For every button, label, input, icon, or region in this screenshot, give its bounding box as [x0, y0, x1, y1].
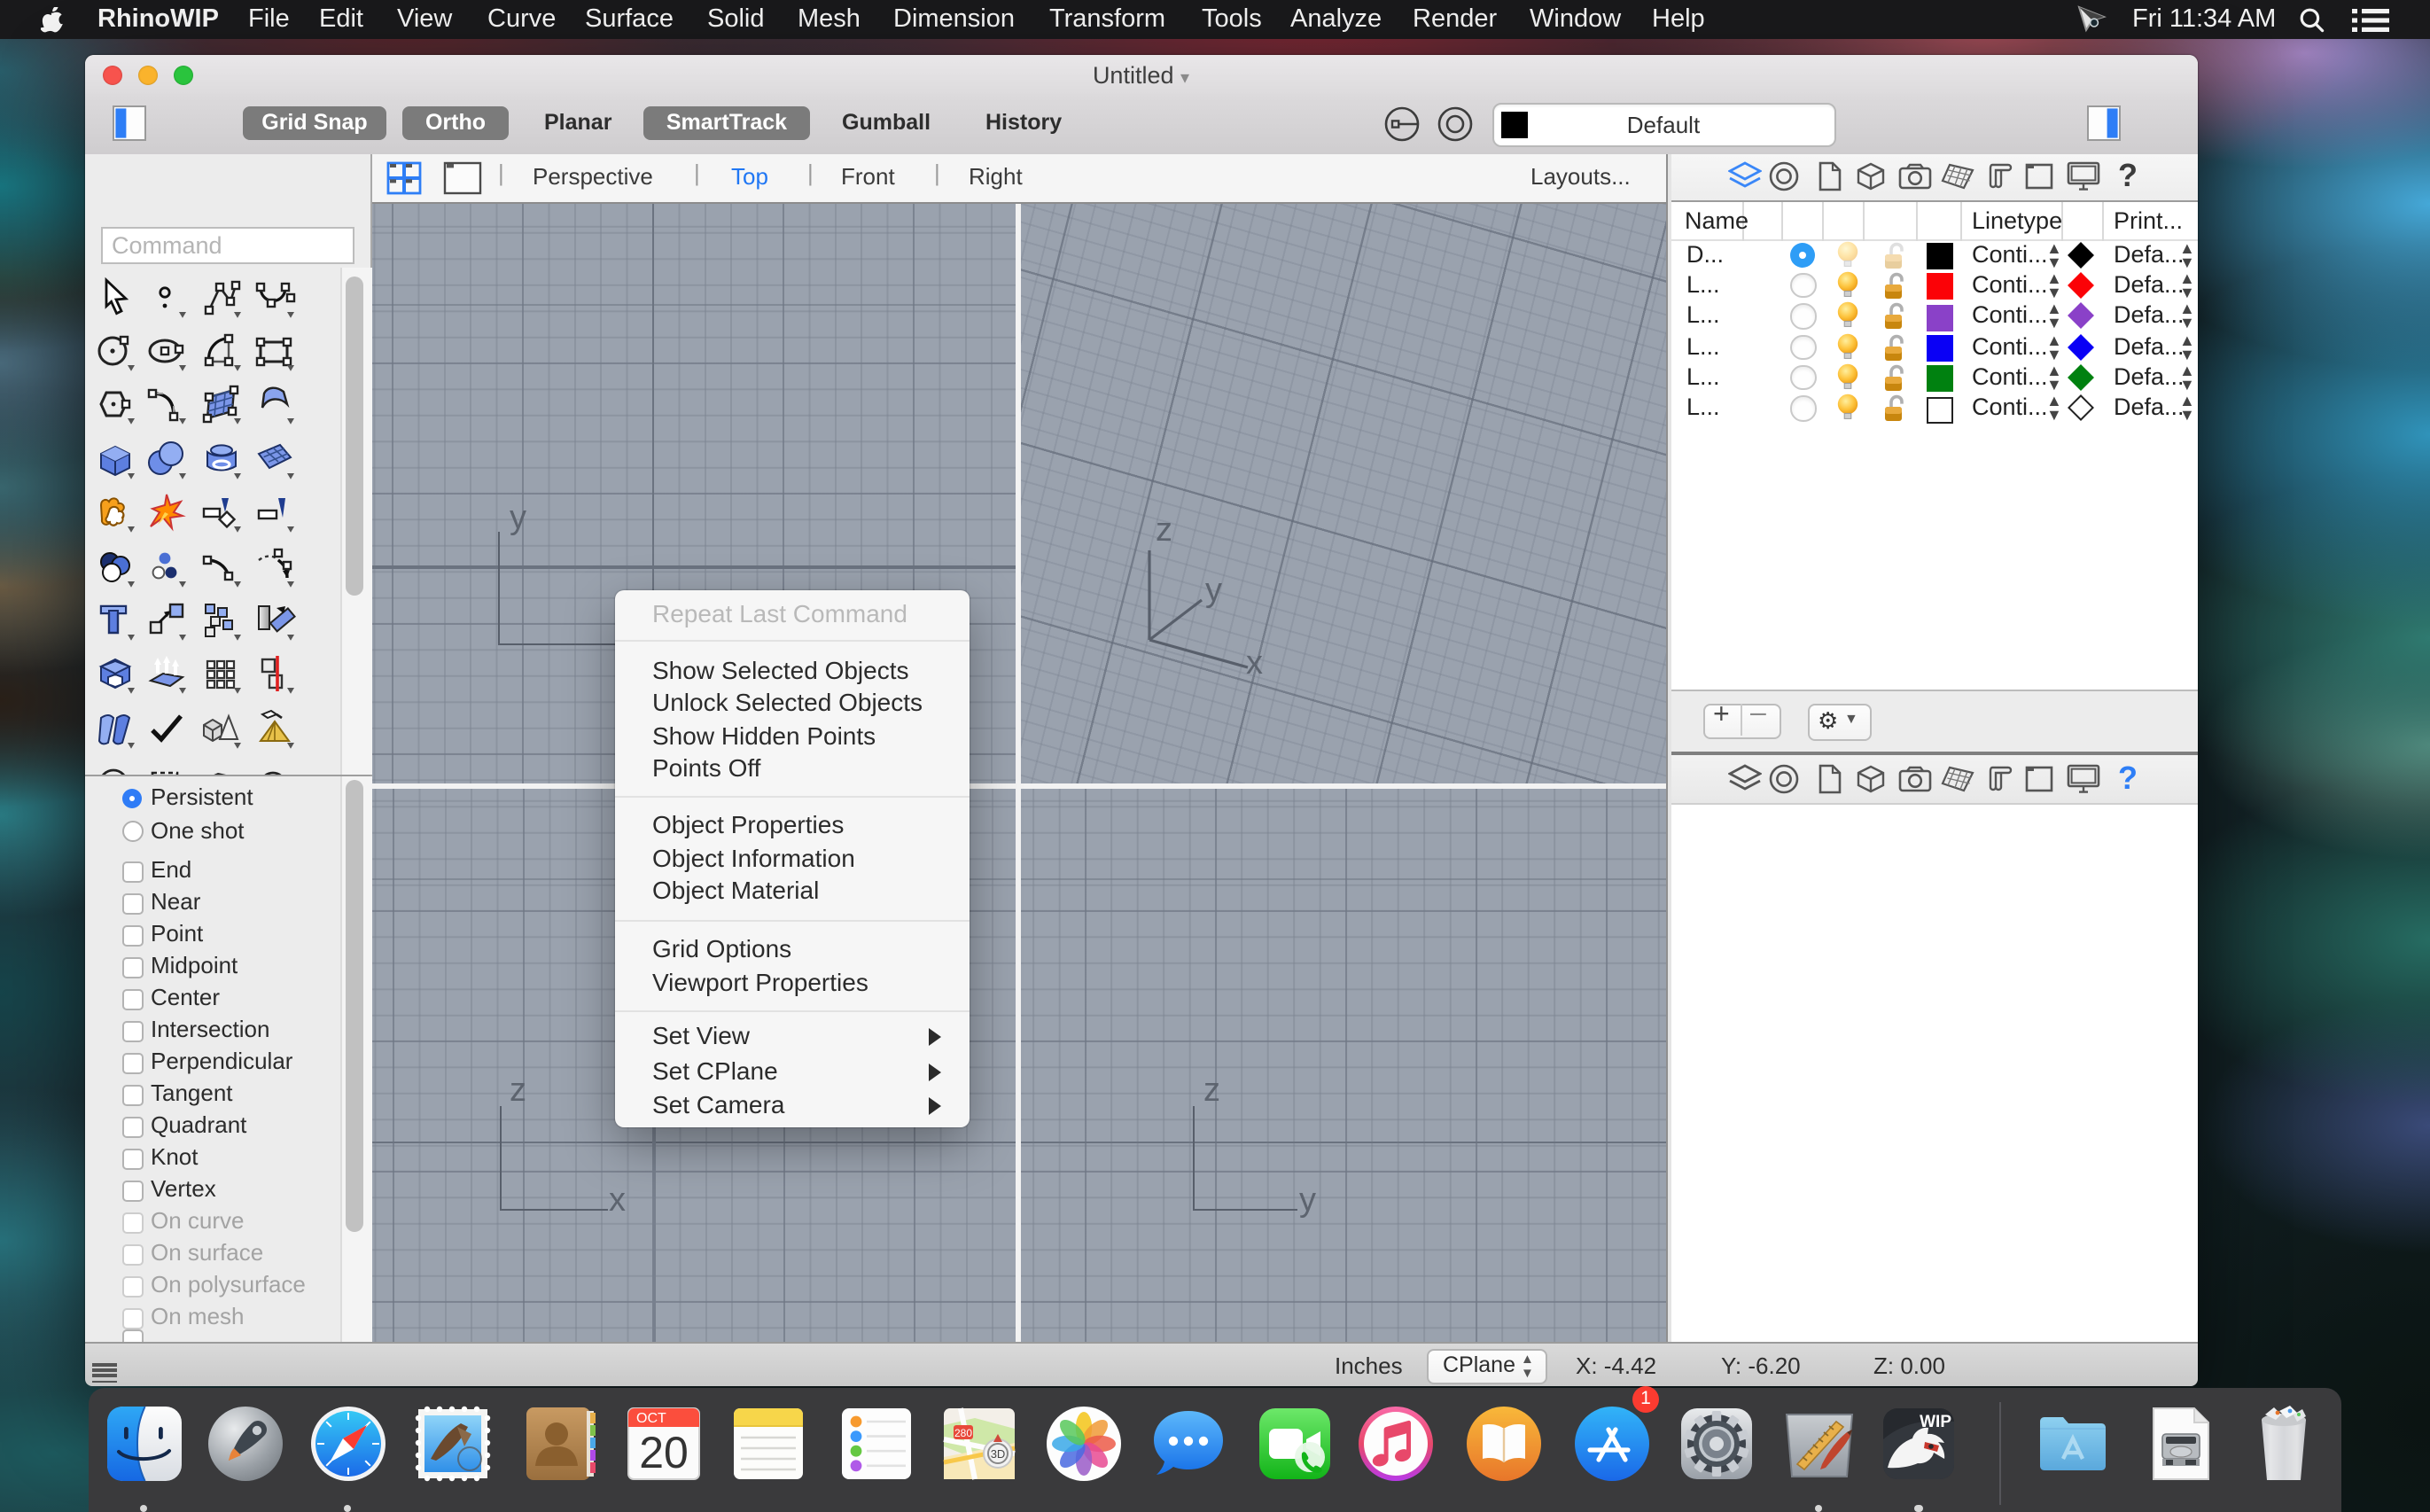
svg-text:20: 20: [638, 1427, 688, 1477]
svg-text:3D: 3D: [990, 1446, 1005, 1460]
svg-text:280: 280: [954, 1426, 971, 1438]
svg-text:OCT: OCT: [635, 1410, 666, 1425]
